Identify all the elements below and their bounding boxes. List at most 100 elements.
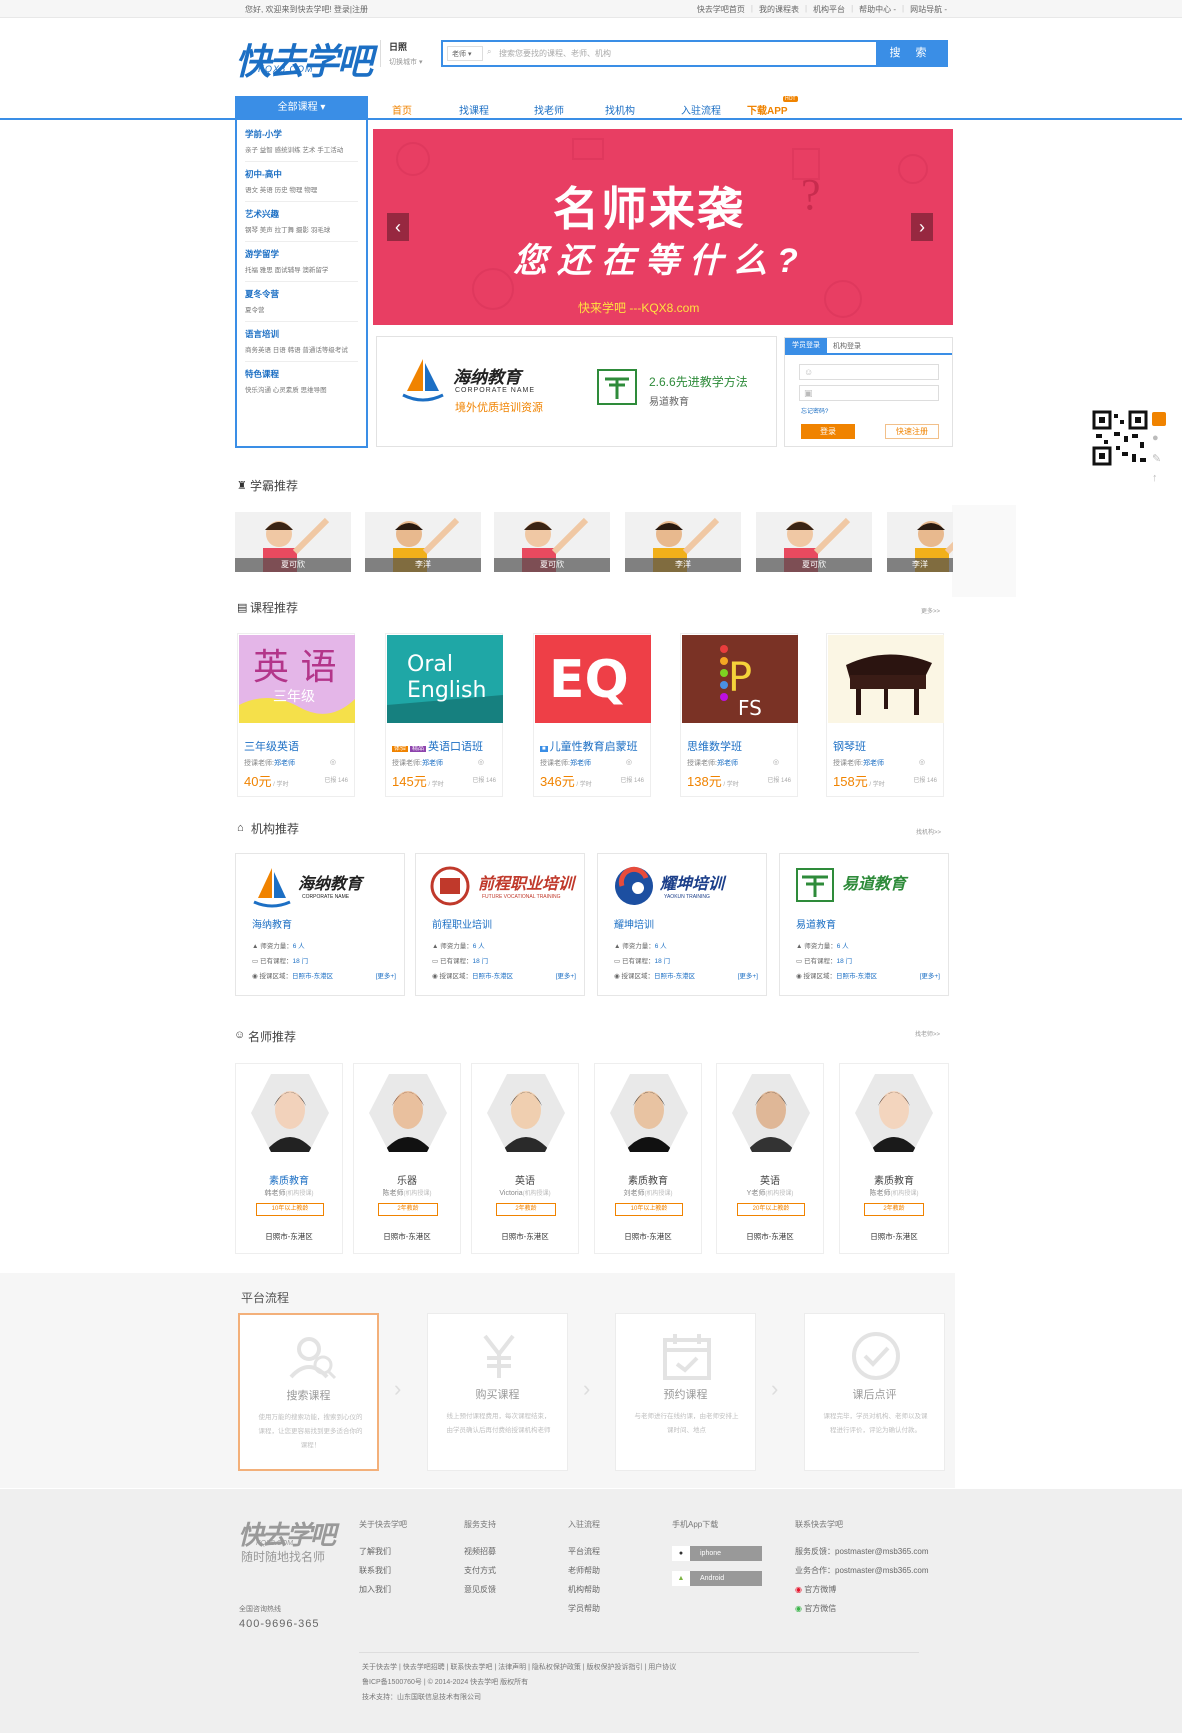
teacher-card[interactable]: 素质教育 刘老师(机构授课) 10年以上教龄 日照市-东港区 (594, 1063, 702, 1254)
footer-link[interactable]: 支付方式 (464, 1565, 496, 1576)
category-title[interactable]: 游学留学 (245, 248, 358, 260)
org-card[interactable]: 前程职业培训 FUTURE VOCATIONAL TRAINING 前程职业培训 ▲ … (415, 853, 585, 996)
course-card[interactable]: P FS 思维数学班 授课老师:郑老师 ◎ 138元 / 学时 已报 146 (680, 633, 798, 797)
teacher-photo[interactable] (251, 1074, 329, 1152)
org-name[interactable]: 易道教育 (796, 916, 836, 931)
course-card[interactable]: 英 语三年级 三年级英语 授课老师:郑老师 ◎ 40元 / 学时 已报 146 (237, 633, 355, 797)
top-link-schedule[interactable]: 我的课程表 (759, 4, 799, 15)
contact-business[interactable]: 业务合作：postmaster@msb365.com (795, 1565, 929, 1576)
city-switch[interactable]: 切换城市 ▾ (389, 57, 422, 67)
teacher-card[interactable]: 素质教育 韩老师(机构授课) 10年以上教龄 日照市-东港区 (235, 1063, 343, 1254)
category-title[interactable]: 艺术兴趣 (245, 208, 358, 220)
teacher-name[interactable]: 韩老师(机构授课) (236, 1188, 342, 1198)
nav-item-teachers[interactable]: 找老师 (534, 102, 564, 117)
teacher-name-text[interactable]: 陈老师 (870, 1190, 891, 1197)
course-name[interactable]: 钢琴班 (833, 738, 866, 754)
footer-link[interactable]: 学员帮助 (568, 1603, 600, 1614)
teacher-name[interactable]: 陈老师(机构授课) (840, 1188, 948, 1198)
top-link-help[interactable]: 帮助中心 - (859, 4, 896, 15)
course-name[interactable]: 三年级英语 (244, 738, 299, 754)
course-teacher-name[interactable]: 郑老师 (274, 760, 295, 767)
org-logo[interactable]: 前程职业培训 FUTURE VOCATIONAL TRAINING (426, 860, 576, 910)
forgot-password-link[interactable]: 忘记密码? (801, 406, 828, 415)
category-subs[interactable]: 钢琴 美声 拉丁舞 摄影 羽毛球 (245, 224, 358, 234)
teacher-name[interactable]: 陈老师(机构授课) (354, 1188, 460, 1198)
category-subs[interactable]: 托福 雅思 面试辅导 澳新留学 (245, 264, 358, 274)
search-input[interactable]: 搜索您要找的课程、老师、机构 (499, 48, 611, 59)
student-card[interactable]: 夏可欣 (756, 512, 872, 572)
back-to-top-icon[interactable]: ↑ (1152, 472, 1158, 484)
edit-icon[interactable]: ✎ (1152, 452, 1161, 465)
org-card[interactable]: 耀坤培训 YAOKUN TRAINING 耀坤培训 ▲ 师资力量：6 人 ▭ 已有课程：… (597, 853, 767, 996)
footer-link[interactable]: 联系我们 (359, 1565, 407, 1576)
tab-org-login[interactable]: 机构登录 (833, 341, 861, 351)
category-group[interactable]: 语言培训商务英语 日语 韩语 普通话等级考试 (245, 328, 358, 362)
course-name[interactable]: ■ 儿童性教育启蒙班 (540, 738, 638, 754)
teacher-name[interactable]: Y老师(机构授课) (717, 1188, 823, 1198)
footer-link[interactable]: 平台流程 (568, 1546, 600, 1557)
course-name-text[interactable]: 思维数学班 (687, 741, 742, 753)
nav-item-join[interactable]: 入驻流程 (681, 102, 721, 117)
register-button[interactable]: 快速注册 (885, 424, 939, 439)
teacher-card[interactable]: 素质教育 陈老师(机构授课) 2年教龄 日照市-东港区 (839, 1063, 949, 1254)
course-image[interactable]: Oral English (387, 635, 503, 723)
orgs-more-link[interactable]: 找机构>> (916, 827, 941, 836)
category-title[interactable]: 学前-小学 (245, 128, 358, 140)
nav-item-app[interactable]: 下载APP (747, 102, 788, 117)
teacher-card[interactable]: 英语 Victoria(机构授课) 2年教龄 日照市-东港区 (471, 1063, 579, 1254)
search-button[interactable]: 搜 索 (876, 42, 946, 65)
footer-bottom-links[interactable]: 关于快去学 | 快去学吧招聘 | 联系快去学吧 | 法律声明 | 隐私权保护政策… (362, 1662, 676, 1672)
student-card[interactable]: 李洋 (887, 512, 953, 572)
flow-step-card[interactable]: 搜索课程 使用万能的搜索功能，搜索到心仪的课程，让您更容易找到更多适合你的课程！ (238, 1313, 379, 1471)
course-card[interactable]: Oral English 体验 精品 英语口语班 授课老师:郑老师 ◎ 145元 / 学时 已报… (385, 633, 503, 797)
category-subs[interactable]: 亲子 益智 感统训练 艺术 手工活动 (245, 144, 358, 154)
footer-link[interactable]: 了解我们 (359, 1546, 407, 1557)
org-logo[interactable]: 易道教育 (790, 860, 940, 910)
teacher-name[interactable]: 刘老师(机构授课) (595, 1188, 701, 1198)
course-teacher-name[interactable]: 郑老师 (863, 760, 884, 767)
footer-link[interactable]: 视频招募 (464, 1546, 496, 1557)
weibo-link[interactable]: ◉ 官方微博 (795, 1584, 929, 1595)
org-more-link[interactable]: [更多+] (738, 970, 758, 980)
wechat-link[interactable]: ◉ 官方微信 (795, 1603, 929, 1614)
course-name[interactable]: 思维数学班 (687, 738, 742, 754)
org-card[interactable]: 海纳教育 CORPORATE NAME 海纳教育 ▲ 师资力量：6 人 ▭ 已有课程：1… (235, 853, 405, 996)
banner-next-button[interactable]: › (911, 213, 933, 241)
password-field[interactable]: ▣ (799, 385, 939, 401)
category-title[interactable]: 初中-高中 (245, 168, 358, 180)
teachers-more-link[interactable]: 找老师>> (915, 1029, 940, 1038)
teacher-name-text[interactable]: Y老师 (747, 1190, 766, 1197)
top-link-home[interactable]: 快去学吧首页 (697, 4, 745, 15)
category-group[interactable]: 艺术兴趣钢琴 美声 拉丁舞 摄影 羽毛球 (245, 208, 358, 242)
nav-item-courses[interactable]: 找课程 (459, 102, 489, 117)
tab-student-login[interactable]: 学员登录 (785, 338, 827, 353)
flow-step-card[interactable]: 课后点评 课程完毕，学员对机构、老师以及课程进行评价，评论为确认付款。 (804, 1313, 945, 1471)
org-logo[interactable]: 海纳教育 CORPORATE NAME (246, 860, 396, 910)
iphone-download-button[interactable]: ● iphone (672, 1546, 762, 1561)
teacher-card[interactable]: 乐器 陈老师(机构授课) 2年教龄 日照市-东港区 (353, 1063, 461, 1254)
course-image[interactable]: EQ (535, 635, 651, 723)
category-title[interactable]: 语言培训 (245, 328, 358, 340)
student-card[interactable]: 夏可欣 (494, 512, 610, 572)
category-group[interactable]: 夏冬令营 夏令营 (245, 288, 358, 322)
teacher-name[interactable]: Victoria(机构授课) (472, 1188, 578, 1197)
city-selector[interactable]: 日照 切换城市 ▾ (380, 40, 422, 67)
org-card[interactable]: 易道教育 易道教育 ▲ 师资力量：6 人 ▭ 已有课程：18 门 ◉ 授课区域：日照市-… (779, 853, 949, 996)
course-teacher-name[interactable]: 郑老师 (570, 760, 591, 767)
category-group[interactable]: 学前-小学亲子 益智 感统训练 艺术 手工活动 (245, 128, 358, 162)
contact-feedback[interactable]: 服务反馈：postmaster@msb365.com (795, 1546, 929, 1557)
category-subs[interactable]: 商务英语 日语 韩语 普通话等级考试 (245, 344, 358, 354)
teacher-name-text[interactable]: Victoria (499, 1190, 522, 1197)
org-more-link[interactable]: [更多+] (556, 970, 576, 980)
course-card[interactable]: EQ ■ 儿童性教育启蒙班 授课老师:郑老师 ◎ 346元 / 学时 已报 146 (533, 633, 651, 797)
all-courses-button[interactable]: 全部课程 ▾ (235, 96, 368, 120)
login-button[interactable]: 登录 (801, 424, 855, 439)
nav-item-orgs[interactable]: 找机构 (605, 102, 635, 117)
teacher-name-text[interactable]: 韩老师 (265, 1190, 286, 1197)
category-group[interactable]: 游学留学托福 雅思 面试辅导 澳新留学 (245, 248, 358, 282)
org-name[interactable]: 海纳教育 (252, 916, 292, 931)
teacher-name-text[interactable]: 陈老师 (383, 1190, 404, 1197)
course-image[interactable] (828, 635, 944, 723)
course-image[interactable]: P FS (682, 635, 798, 723)
top-link-org[interactable]: 机构平台 (813, 4, 845, 15)
